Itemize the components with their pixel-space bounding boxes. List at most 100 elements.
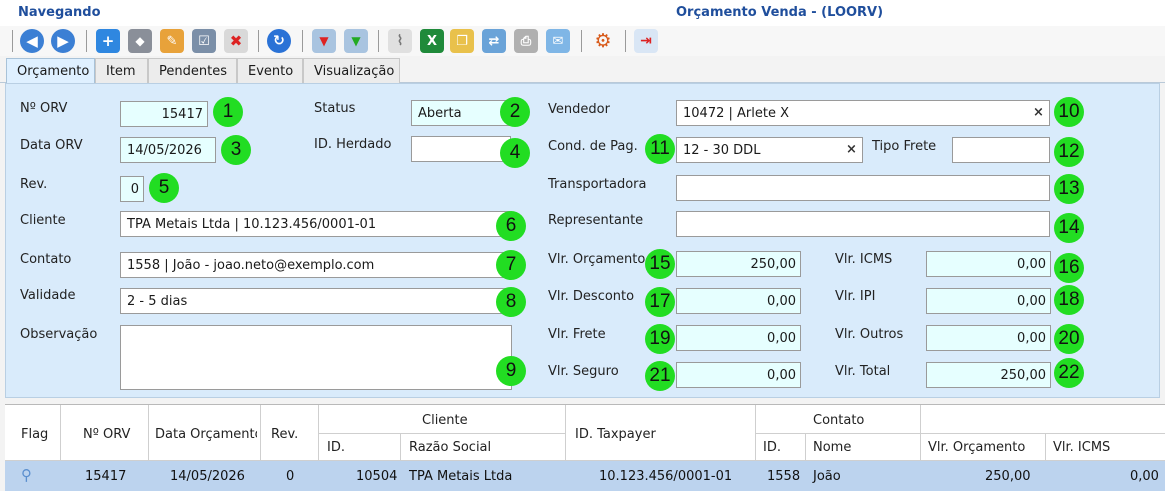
delete-icon[interactable]: ✖ xyxy=(224,29,248,53)
excel-icon[interactable]: X xyxy=(420,29,444,53)
copy-icon[interactable]: ❐ xyxy=(450,29,474,53)
representante-field[interactable] xyxy=(676,211,1050,237)
settings-icon[interactable]: ⚙ xyxy=(591,29,615,53)
validade-field[interactable]: 2 - 5 dias xyxy=(120,288,510,314)
col-flag[interactable]: Flag xyxy=(21,427,48,442)
rev-label: Rev. xyxy=(20,177,48,192)
col-cliente-id[interactable]: ID. xyxy=(327,440,345,455)
tab-visualizacao[interactable]: Visualização xyxy=(303,58,400,83)
id-herdado-field[interactable] xyxy=(411,136,511,162)
grid-line xyxy=(1045,433,1046,461)
table-row[interactable]: ⚲ 15417 14/05/2026 0 10504 TPA Metais Lt… xyxy=(5,461,1165,491)
cond-pag-label: Cond. de Pag. xyxy=(548,139,638,154)
tab-item[interactable]: Item xyxy=(95,58,148,83)
mode-label: Navegando xyxy=(18,5,101,20)
vlr-desconto-field[interactable]: 0,00 xyxy=(676,288,801,314)
vlr-ipi-label: Vlr. IPI xyxy=(835,289,876,304)
attach-icon[interactable]: ⌇ xyxy=(388,29,412,53)
col-contato-id[interactable]: ID. xyxy=(763,440,781,455)
vlr-desconto-label: Vlr. Desconto xyxy=(548,289,635,304)
vendedor-clear-icon[interactable]: × xyxy=(1033,105,1044,120)
badge-22: 22 xyxy=(1054,358,1084,388)
col-orv[interactable]: Nº ORV xyxy=(83,427,130,442)
cond-pag-field[interactable]: 12 - 30 DDL xyxy=(676,137,863,163)
col-data-orcamento[interactable]: Data Orçamento xyxy=(155,427,257,442)
badge-3: 3 xyxy=(221,135,251,165)
badge-5: 5 xyxy=(149,173,179,203)
observacao-textarea[interactable] xyxy=(120,325,512,390)
tab-evento[interactable]: Evento xyxy=(237,58,303,83)
toolbar-separator xyxy=(625,30,626,52)
vlr-seguro-field[interactable]: 0,00 xyxy=(676,362,801,388)
transportadora-field[interactable] xyxy=(676,175,1050,201)
badge-10: 10 xyxy=(1054,97,1084,127)
checklist-icon[interactable]: ☑ xyxy=(192,29,216,53)
flag-pin-icon[interactable]: ⚲ xyxy=(21,466,32,484)
cell-data: 14/05/2026 xyxy=(170,469,245,484)
grid-line xyxy=(148,405,149,461)
filter-remove-icon[interactable]: ▼ xyxy=(312,29,336,53)
badge-4: 4 xyxy=(500,138,530,168)
eraser-icon[interactable]: ◆ xyxy=(128,29,152,53)
data-orv-field[interactable]: 14/05/2026 xyxy=(120,137,216,163)
vlr-orcamento-field[interactable]: 250,00 xyxy=(676,251,801,277)
grid-line xyxy=(755,433,1165,434)
col-vlr-icms[interactable]: Vlr. ICMS xyxy=(1053,440,1110,455)
vendedor-field[interactable]: 10472 | Arlete X xyxy=(676,100,1050,126)
tab-pendentes[interactable]: Pendentes xyxy=(148,58,237,83)
badge-17: 17 xyxy=(645,287,675,317)
back-icon[interactable]: ◀ xyxy=(20,29,44,53)
cell-rev: 0 xyxy=(286,469,295,484)
tab-orcamento[interactable]: Orçamento xyxy=(6,58,95,84)
exit-icon[interactable]: ⇥ xyxy=(634,29,658,53)
edit-icon[interactable]: ✎ xyxy=(160,29,184,53)
toolbar-separator xyxy=(12,30,13,52)
orv-field[interactable]: 15417 xyxy=(120,101,208,127)
vlr-total-field[interactable]: 250,00 xyxy=(926,362,1051,388)
cliente-field[interactable]: TPA Metais Ltda | 10.123.456/0001-01 xyxy=(120,211,510,237)
grid-line xyxy=(318,433,565,434)
tipo-frete-field[interactable] xyxy=(952,137,1050,163)
badge-20: 20 xyxy=(1054,324,1084,354)
badge-21: 21 xyxy=(645,361,675,391)
transfer-icon[interactable]: ⇄ xyxy=(482,29,506,53)
col-id-taxpayer[interactable]: ID. Taxpayer xyxy=(575,427,656,442)
toolbar-separator xyxy=(302,30,303,52)
email-icon[interactable]: ✉ xyxy=(546,29,570,53)
vlr-icms-field[interactable]: 0,00 xyxy=(926,251,1051,277)
forward-icon[interactable]: ▶ xyxy=(51,29,75,53)
col-rev[interactable]: Rev. xyxy=(271,427,298,442)
grid-line xyxy=(400,433,401,461)
title-bar: Navegando Orçamento Venda - (LOORV) xyxy=(0,0,1165,26)
vlr-outros-field[interactable]: 0,00 xyxy=(926,325,1051,351)
add-icon[interactable]: + xyxy=(96,29,120,53)
col-razao-social[interactable]: Razão Social xyxy=(409,440,491,455)
cell-contato-id: 1558 xyxy=(767,469,801,484)
vlr-frete-field[interactable]: 0,00 xyxy=(676,325,801,351)
filter-add-icon[interactable]: ▼ xyxy=(344,29,368,53)
badge-9: 9 xyxy=(496,356,526,386)
status-field[interactable]: Aberta xyxy=(411,100,511,126)
validade-label: Validade xyxy=(20,288,76,303)
vlr-seguro-label: Vlr. Seguro xyxy=(548,364,619,379)
cell-cliente-id: 10504 xyxy=(356,469,398,484)
col-vlr-orcamento[interactable]: Vlr. Orçamento xyxy=(928,440,1025,455)
cell-taxpayer: 10.123.456/0001-01 xyxy=(599,469,733,484)
cond-pag-clear-icon[interactable]: × xyxy=(846,142,857,157)
toolbar-separator xyxy=(86,30,87,52)
rev-field[interactable]: 0 xyxy=(120,176,144,202)
contato-field[interactable]: 1558 | João - joao.neto@exemplo.com xyxy=(120,252,510,278)
badge-6: 6 xyxy=(496,211,526,241)
badge-8: 8 xyxy=(496,287,526,317)
grid-line xyxy=(60,405,61,461)
badge-1: 1 xyxy=(213,97,243,127)
vlr-outros-label: Vlr. Outros xyxy=(835,327,904,342)
col-nome[interactable]: Nome xyxy=(813,440,851,455)
print-icon[interactable]: ⎙ xyxy=(514,29,538,53)
cliente-label: Cliente xyxy=(20,213,66,228)
refresh-icon[interactable]: ↻ xyxy=(267,29,291,53)
id-herdado-label: ID. Herdado xyxy=(314,137,392,152)
grid-line xyxy=(565,405,566,461)
vlr-ipi-field[interactable]: 0,00 xyxy=(926,288,1051,314)
transportadora-label: Transportadora xyxy=(548,177,647,192)
